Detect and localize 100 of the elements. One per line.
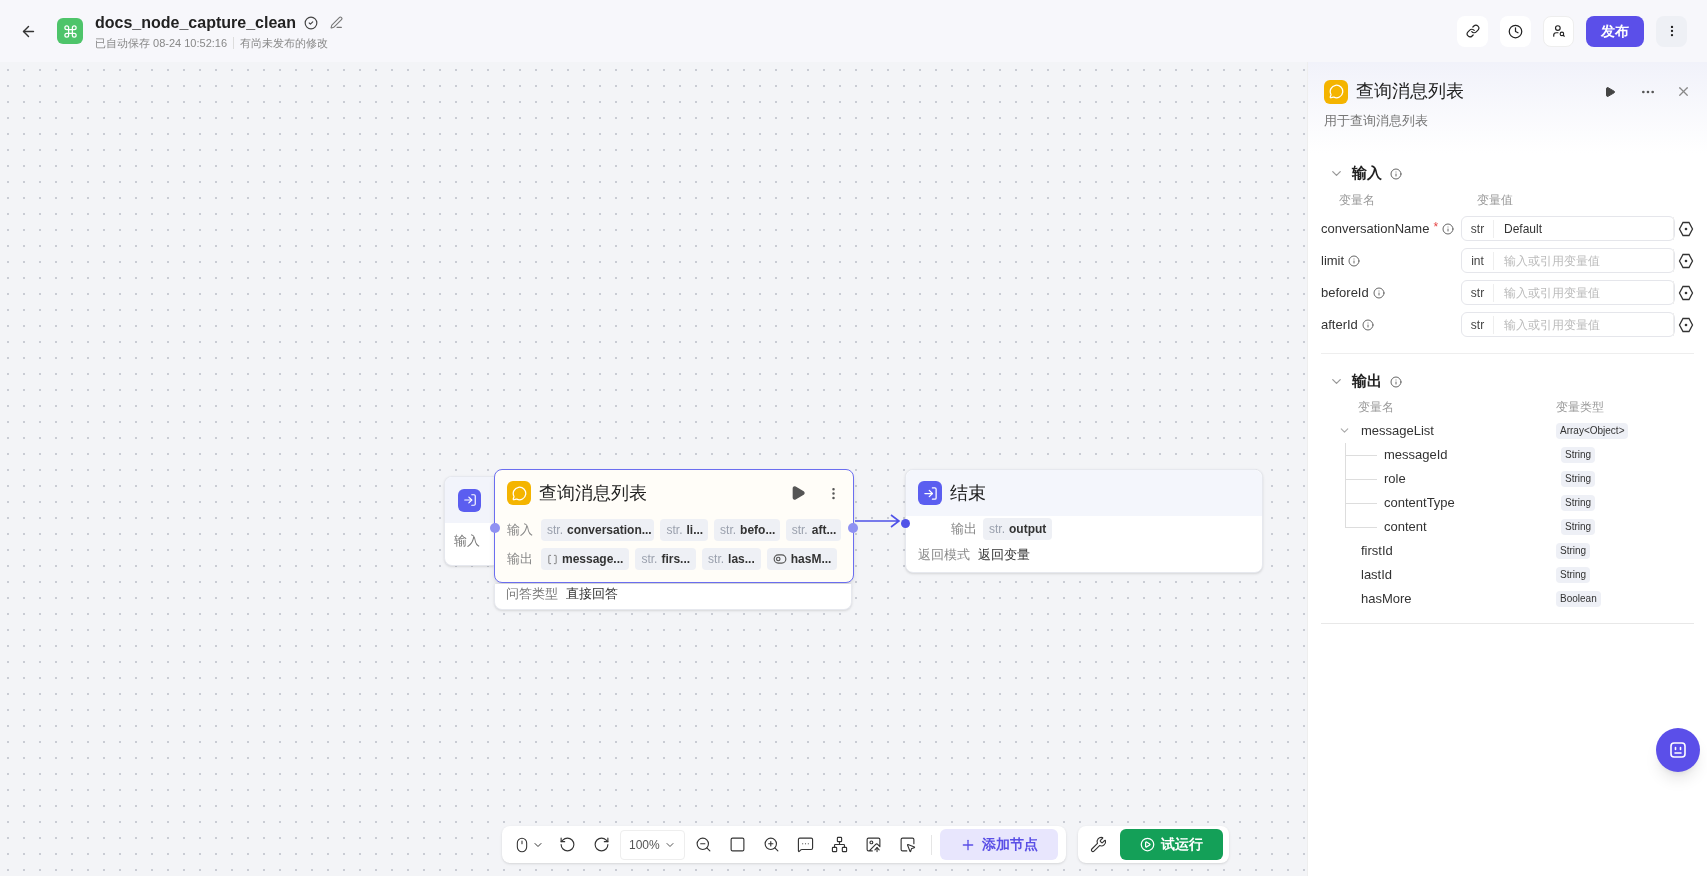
variable-name: limit: [1321, 251, 1345, 270]
node-icon: [1324, 79, 1348, 104]
field-value: Default: [1503, 220, 1544, 238]
variable-icon[interactable]: [1678, 284, 1694, 301]
row-label: 输入: [454, 532, 480, 551]
column-header: 变量值: [1477, 191, 1513, 209]
variable-tag: str. firs...: [635, 548, 697, 570]
variable-name: messageId: [1384, 445, 1449, 464]
row-value: 返回变量: [978, 546, 1030, 565]
close-icon[interactable]: [1676, 84, 1691, 99]
required-mark: *: [1433, 218, 1439, 236]
zoom-select[interactable]: 100%: [620, 829, 685, 860]
comment-icon: [797, 836, 815, 853]
redo-icon: [592, 836, 610, 853]
connector-arrow: [855, 512, 901, 530]
clock-icon: [1508, 23, 1523, 39]
zoom-out-icon: [695, 836, 713, 853]
variable-name: hasMore: [1361, 589, 1413, 608]
variable-tag: str. las...: [702, 548, 761, 570]
history-button[interactable]: [1500, 15, 1531, 47]
run-icon[interactable]: [1604, 85, 1616, 98]
panel-title: 查询消息列表: [1356, 80, 1465, 103]
row-label: 问答类型: [506, 584, 558, 603]
collaborator-button[interactable]: [1543, 15, 1574, 47]
type-tag: String: [1556, 566, 1591, 583]
add-node-button[interactable]: 添加节点: [939, 829, 1058, 860]
unpublished-status: 有尚未发布的修改: [240, 35, 329, 51]
workflow-canvas[interactable]: 输入 查询消息列表 输入 str. conversation... str. li... str. befo... str. aft... 输出 message... str. firs... str. las... hasM... 问答类型 直接回答 结束 输出 str. output 返回模式 返回变量 100% 添加节点 试运行: [0, 62, 1307, 876]
info-icon: [1390, 375, 1402, 388]
type-tag: Boolean: [1556, 590, 1601, 607]
link-icon: [1465, 24, 1480, 38]
array-icon: [547, 553, 558, 565]
variable-tag: str. conversation...: [541, 519, 655, 541]
value-field[interactable]: str 输入或引用变量值: [1461, 312, 1675, 337]
variable-tag: str. aft...: [785, 519, 841, 541]
type-tag: String: [1561, 518, 1596, 535]
start-node[interactable]: 输入: [444, 476, 494, 566]
check-circle-icon: [303, 15, 318, 30]
variable-name: content: [1384, 517, 1428, 536]
undo-icon: [558, 836, 576, 853]
type-label: str: [1462, 315, 1494, 334]
workflow-title: docs_node_capture_clean: [95, 12, 296, 33]
answer-node[interactable]: 问答类型 直接回答: [494, 584, 852, 610]
node-icon: [507, 481, 531, 505]
node-title: 查询消息列表: [539, 481, 648, 505]
variable-name: messageList: [1361, 421, 1435, 440]
layout-icon: [831, 836, 849, 853]
save-status: 已自动保存 08-24 10:52:16: [95, 35, 228, 51]
variable-name: conversationName: [1321, 219, 1430, 238]
section-title: 输出: [1352, 371, 1382, 392]
variable-tag: str. output: [983, 518, 1053, 540]
info-icon: [1390, 167, 1402, 180]
mouse-icon: [514, 836, 530, 853]
type-label: int: [1462, 251, 1494, 270]
node-icon: [918, 481, 942, 505]
assistant-button[interactable]: [1656, 728, 1700, 772]
row-label: 输入: [507, 521, 534, 540]
variable-icon[interactable]: [1678, 316, 1694, 333]
image-icon: [865, 836, 883, 853]
variable-icon[interactable]: [1678, 220, 1694, 237]
variable-tag: str. li...: [660, 519, 709, 541]
value-field[interactable]: str Default: [1461, 216, 1675, 241]
variable-icon[interactable]: [1678, 252, 1694, 269]
edit-icon[interactable]: [329, 16, 343, 30]
user-search-icon: [1551, 24, 1566, 38]
value-field[interactable]: int 输入或引用变量值: [1461, 248, 1675, 273]
variable-name: beforeId: [1321, 283, 1369, 302]
variable-name: contentType: [1384, 493, 1456, 512]
settings-icon: [1090, 836, 1108, 853]
select-icon: [899, 836, 917, 853]
type-label: str: [1462, 283, 1494, 302]
row-label: 输出: [507, 550, 534, 569]
variable-tag: message...: [541, 548, 630, 570]
run-icon[interactable]: [790, 485, 806, 501]
robot-square-icon: [1669, 741, 1687, 759]
zoom-in-icon: [763, 836, 781, 853]
field-placeholder: 输入或引用变量值: [1503, 316, 1601, 334]
node-title: 结束: [950, 481, 986, 505]
column-header: 变量名: [1357, 398, 1395, 416]
type-tag: String: [1561, 470, 1596, 487]
variable-name: firstId: [1361, 541, 1394, 560]
info-icon: [1361, 318, 1374, 331]
field-placeholder: 输入或引用变量值: [1503, 252, 1601, 270]
fit-view-icon: [729, 836, 747, 853]
type-label: str: [1462, 219, 1494, 238]
column-header: 变量类型: [1556, 398, 1604, 416]
column-header: 变量名: [1338, 191, 1376, 209]
variable-tag: hasM...: [766, 548, 838, 570]
panel-description: 用于查询消息列表: [1324, 112, 1429, 130]
toggle-icon: [772, 552, 787, 566]
row-label: 返回模式: [918, 546, 970, 565]
value-field[interactable]: str 输入或引用变量值: [1461, 280, 1675, 305]
info-icon: [1348, 254, 1361, 267]
play-circle-icon: [1139, 837, 1155, 852]
publish-button[interactable]: 发布: [1586, 15, 1644, 47]
link-button[interactable]: [1457, 15, 1488, 47]
type-tag: String: [1556, 542, 1591, 559]
variable-name: afterId: [1321, 315, 1358, 334]
type-tag: Array<Object>: [1556, 422, 1629, 439]
type-tag: String: [1561, 446, 1596, 463]
